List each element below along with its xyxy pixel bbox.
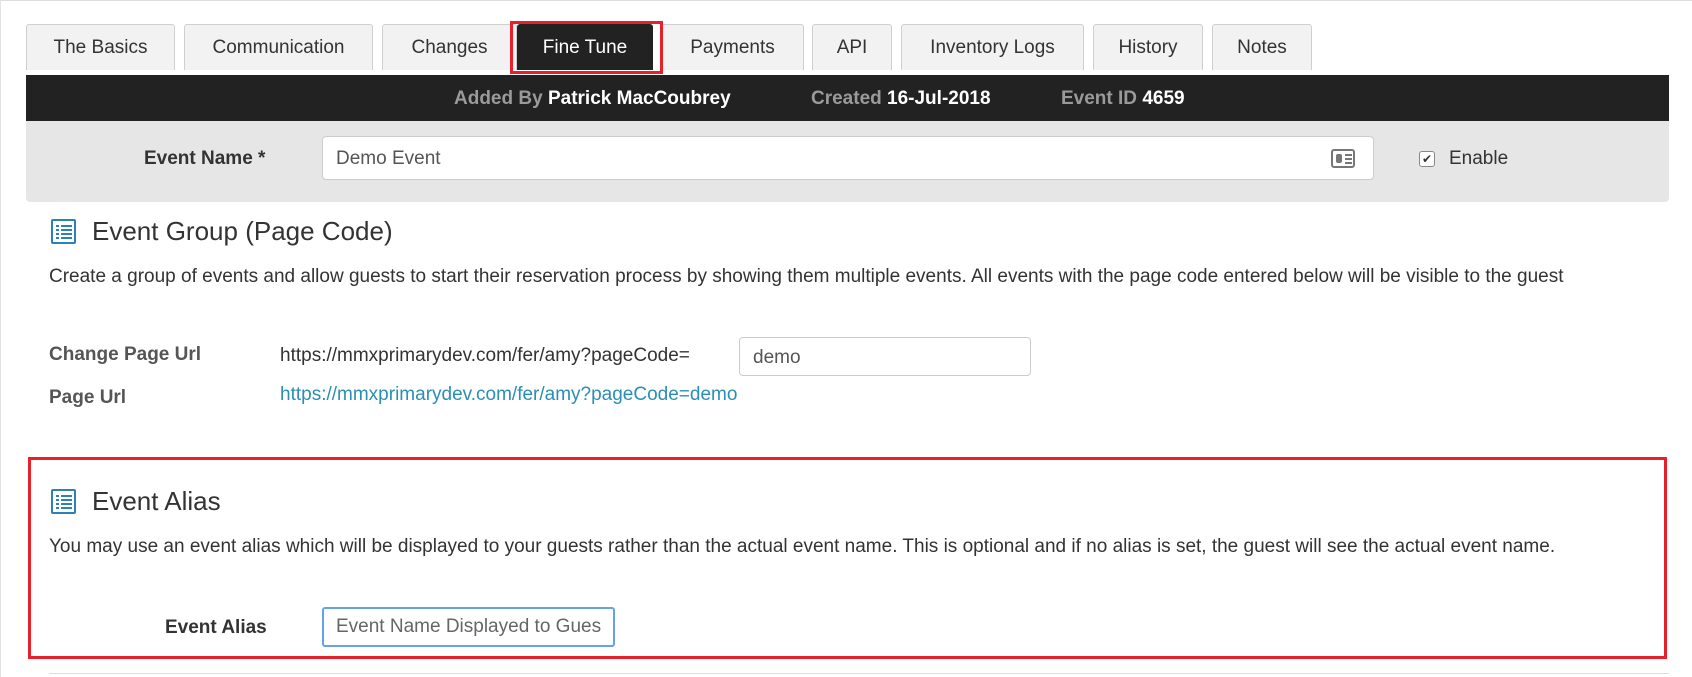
event-group-title: Event Group (Page Code) (92, 216, 393, 246)
tab-notes[interactable]: Notes (1212, 24, 1312, 70)
created-value: 16-Jul-2018 (887, 88, 991, 109)
event-name-label: Event Name * (144, 148, 266, 169)
event-alias-label: Event Alias (165, 617, 267, 638)
event-alias-field[interactable] (322, 607, 615, 647)
tab-payments[interactable]: Payments (661, 24, 804, 70)
tab-the-basics[interactable]: The Basics (26, 24, 175, 70)
tab-communication[interactable]: Communication (184, 24, 373, 70)
page-code-value: demo (753, 347, 801, 368)
page-url-link[interactable]: https://mmxprimarydev.com/fer/amy?pageCo… (280, 384, 737, 406)
list-icon (51, 219, 76, 244)
event-name-field[interactable]: Demo Event (322, 136, 1374, 180)
tab-changes[interactable]: Changes (382, 24, 517, 70)
event-group-description: Create a group of events and allow guest… (49, 266, 1564, 287)
event-name-value: Demo Event (336, 148, 441, 169)
event-alias-title: Event Alias (92, 486, 221, 516)
page-code-input[interactable]: demo (739, 337, 1031, 376)
created-info: Created 16-Jul-2018 (811, 88, 991, 110)
url-prefix: https://mmxprimarydev.com/fer/amy?pageCo… (280, 345, 690, 366)
contact-card-icon (1331, 149, 1355, 168)
event-info-bar: Added By Patrick MacCoubrey Created 16-J… (26, 75, 1669, 121)
page-url-label: Page Url (49, 387, 127, 408)
tab-fine-tune[interactable]: Fine Tune (517, 24, 653, 70)
tab-api[interactable]: API (812, 24, 892, 70)
event-id-value: 4659 (1142, 88, 1185, 109)
event-alias-input[interactable] (324, 609, 613, 645)
added-by-info: Added By Patrick MacCoubrey (454, 88, 731, 110)
event-alias-description: You may use an event alias which will be… (49, 536, 1556, 557)
list-icon (51, 489, 76, 514)
change-page-url-label: Change Page Url (49, 344, 202, 365)
event-id-label: Event ID (1061, 88, 1138, 109)
enable-checkbox[interactable]: ✔ (1419, 151, 1435, 167)
event-name-panel: Event Name * Demo Event ✔ Enable (26, 121, 1669, 202)
event-id-info: Event ID 4659 (1061, 88, 1185, 110)
divider (49, 673, 1669, 674)
created-label: Created (811, 88, 882, 109)
added-by-label: Added By (454, 88, 543, 109)
enable-label: Enable (1449, 148, 1509, 169)
enable-toggle[interactable]: ✔ Enable (1419, 148, 1508, 170)
added-by-value: Patrick MacCoubrey (547, 88, 731, 109)
tab-inventory-logs[interactable]: Inventory Logs (901, 24, 1084, 70)
tab-history[interactable]: History (1093, 24, 1203, 70)
